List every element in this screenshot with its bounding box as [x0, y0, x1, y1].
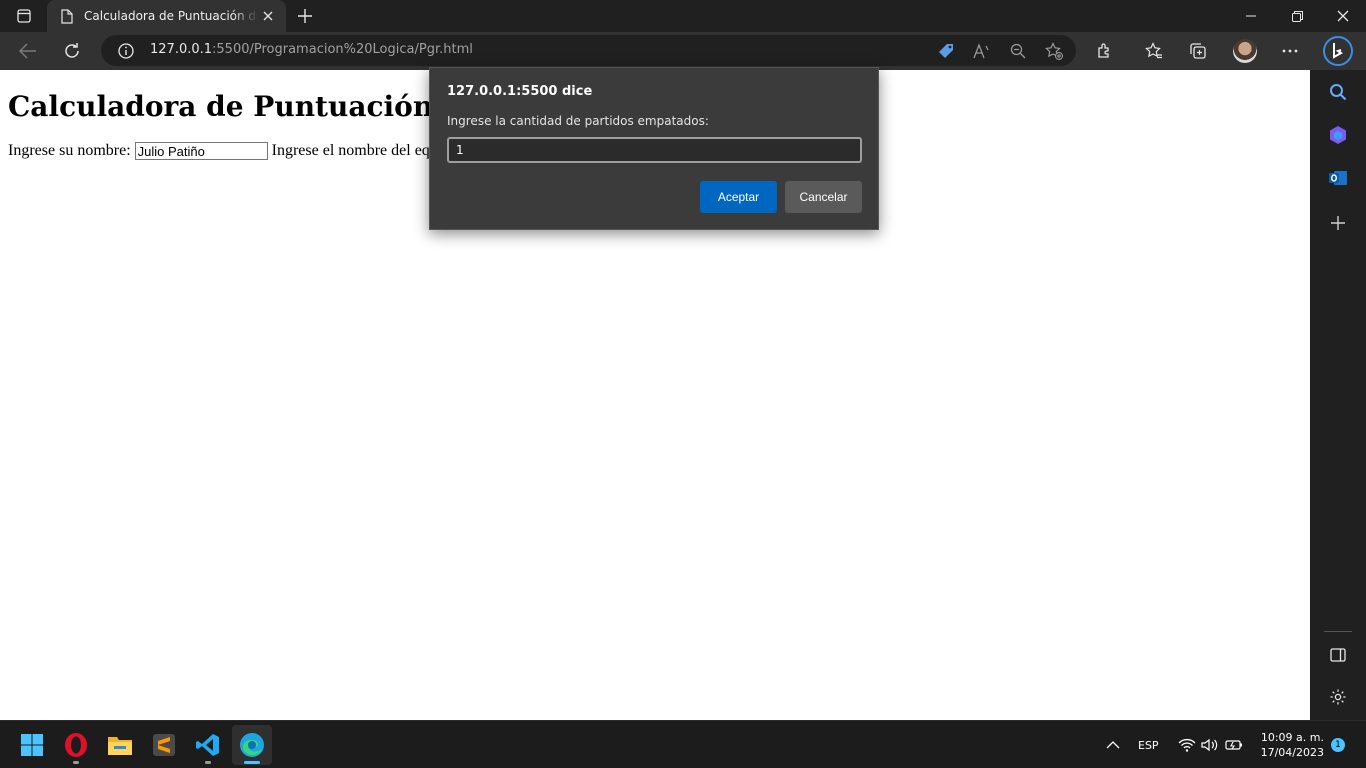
copilot-icon[interactable]	[1326, 123, 1350, 147]
browser-toolbar: 127.0.0.1:5500/Programacion%20Logica/Pgr…	[0, 32, 1366, 70]
sidebar-settings-gear-icon[interactable]	[1326, 685, 1350, 709]
sublime-text-icon[interactable]	[144, 725, 184, 765]
profile-avatar[interactable]	[1233, 39, 1257, 63]
running-indicator	[205, 761, 211, 764]
search-icon[interactable]	[1326, 80, 1350, 104]
url-host: 127.0.0.1	[150, 42, 213, 57]
running-indicator	[244, 761, 260, 764]
sidebar-divider	[1324, 631, 1352, 632]
close-tab-icon[interactable]	[258, 6, 278, 26]
url-path: :5500/Programacion%20Logica/Pgr.html	[212, 42, 473, 57]
windows-start-icon[interactable]	[12, 725, 52, 765]
close-window-icon[interactable]	[1320, 0, 1366, 32]
minimize-icon[interactable]	[1228, 0, 1274, 32]
battery-icon[interactable]	[1225, 721, 1243, 768]
dialog-title: 127.0.0.1:5500 dice	[447, 84, 593, 99]
tab-title: Calculadora de Puntuación de Liga	[84, 9, 258, 23]
refresh-icon[interactable]	[58, 37, 86, 65]
wifi-icon[interactable]	[1178, 721, 1196, 768]
tab-actions-icon[interactable]	[6, 4, 42, 28]
settings-more-icon[interactable]	[1276, 37, 1304, 65]
volume-icon[interactable]	[1201, 721, 1219, 768]
hide-sidebar-icon[interactable]	[1326, 643, 1350, 667]
dialog-input[interactable]	[447, 137, 862, 163]
address-bar[interactable]: 127.0.0.1:5500/Programacion%20Logica/Pgr…	[101, 35, 1076, 66]
tab-bar: Calculadora de Puntuación de Liga	[0, 0, 1366, 32]
url-text[interactable]: 127.0.0.1:5500/Programacion%20Logica/Pgr…	[150, 42, 473, 57]
language-indicator[interactable]: ESP	[1138, 721, 1159, 768]
page-icon	[59, 8, 75, 24]
accept-button[interactable]: Aceptar	[700, 181, 777, 213]
show-hidden-icons[interactable]	[1106, 721, 1120, 768]
outlook-icon[interactable]	[1326, 166, 1350, 190]
collections-icon[interactable]	[1184, 37, 1212, 65]
zoom-out-icon[interactable]	[1007, 40, 1029, 62]
extensions-icon[interactable]	[1091, 37, 1119, 65]
site-info-icon[interactable]	[117, 42, 135, 60]
name-input[interactable]	[134, 142, 268, 160]
prompt-dialog: 127.0.0.1:5500 dice Ingrese la cantidad …	[429, 67, 879, 230]
system-clock[interactable]: 10:09 a. m. 17/04/2023	[1252, 730, 1324, 760]
cancel-button[interactable]: Cancelar	[785, 181, 862, 213]
running-indicator	[73, 761, 79, 764]
bing-chat-icon[interactable]	[1322, 35, 1354, 67]
browser-tab[interactable]: Calculadora de Puntuación de Liga	[47, 0, 286, 32]
shopping-tag-icon[interactable]	[935, 40, 957, 62]
add-favorite-icon[interactable]	[1043, 40, 1065, 62]
back-arrow-icon[interactable]	[14, 37, 42, 65]
name-label: Ingrese su nombre:	[8, 142, 131, 159]
restore-icon[interactable]	[1274, 0, 1320, 32]
clock-time: 10:09 a. m.	[1260, 731, 1324, 744]
edge-icon[interactable]	[232, 725, 272, 765]
add-sidebar-app-icon[interactable]	[1326, 211, 1350, 235]
opera-icon[interactable]	[56, 725, 96, 765]
clock-date: 17/04/2023	[1260, 746, 1324, 759]
vs-code-icon[interactable]	[188, 725, 228, 765]
taskbar: ESP 10:09 a. m. 17/04/2023 1	[0, 720, 1366, 768]
read-aloud-icon[interactable]	[971, 40, 993, 62]
file-explorer-icon[interactable]	[100, 725, 140, 765]
favorites-icon[interactable]	[1140, 37, 1168, 65]
notification-badge[interactable]: 1	[1331, 738, 1345, 752]
edge-sidebar	[1310, 70, 1366, 720]
new-tab-icon[interactable]	[292, 4, 318, 28]
dialog-message: Ingrese la cantidad de partidos empatado…	[447, 114, 709, 128]
